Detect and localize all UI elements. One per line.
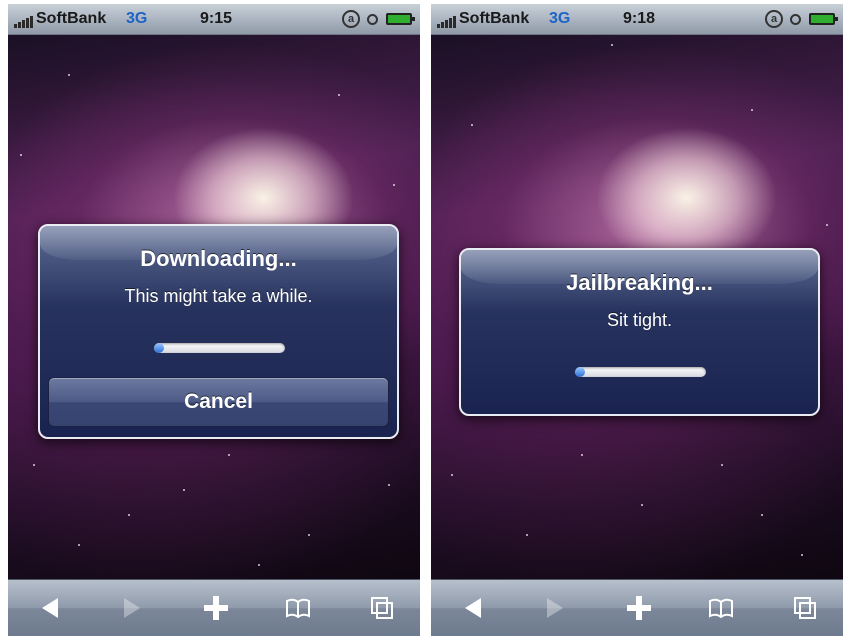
alarm-icon	[367, 14, 378, 25]
forward-arrow-icon[interactable]	[537, 590, 573, 626]
network-type: 3G	[549, 10, 571, 27]
forward-arrow-icon[interactable]	[114, 590, 150, 626]
orientation-lock-icon: a	[342, 10, 360, 28]
status-bar: SoftBank 3G 9:18 a	[431, 4, 843, 35]
browser-toolbar	[431, 579, 843, 636]
status-time: 9:18	[623, 10, 656, 27]
left-phone-screen: SoftBank 3G 9:15 a Downloading... This m…	[8, 4, 420, 636]
signal-strength-icon	[437, 14, 459, 28]
signal-strength-icon	[14, 14, 36, 28]
carrier-name: SoftBank	[459, 10, 530, 27]
orientation-lock-icon: a	[765, 10, 783, 28]
progress-bar	[154, 343, 285, 353]
alert-title: Jailbreaking...	[566, 270, 713, 295]
back-arrow-icon[interactable]	[455, 590, 491, 626]
alert-title: Downloading...	[140, 246, 297, 271]
book-icon[interactable]	[703, 590, 739, 626]
jailbreak-alert: Jailbreaking... Sit tight.	[459, 248, 820, 416]
progress-fill	[154, 343, 165, 353]
alert-message: Sit tight.	[606, 310, 673, 330]
status-time: 9:15	[200, 10, 233, 27]
right-phone-screen: SoftBank 3G 9:18 a Jailbreaking... Sit t…	[431, 4, 843, 636]
browser-toolbar	[8, 579, 420, 636]
battery-icon	[809, 13, 838, 25]
network-type: 3G	[126, 10, 148, 27]
plus-icon[interactable]	[621, 590, 657, 626]
carrier-name: SoftBank	[36, 10, 107, 27]
alarm-icon	[790, 14, 801, 25]
battery-icon	[386, 13, 415, 25]
progress-fill	[575, 367, 586, 377]
book-icon[interactable]	[280, 590, 316, 626]
plus-icon[interactable]	[198, 590, 234, 626]
progress-bar	[575, 367, 706, 377]
cancel-button[interactable]: Cancel	[48, 377, 389, 427]
status-bar: SoftBank 3G 9:15 a	[8, 4, 420, 35]
alert-message: This might take a while.	[124, 286, 313, 306]
download-alert: Downloading... This might take a while. …	[38, 224, 399, 439]
back-arrow-icon[interactable]	[32, 590, 68, 626]
pages-icon[interactable]	[787, 590, 823, 626]
pages-icon[interactable]	[364, 590, 400, 626]
